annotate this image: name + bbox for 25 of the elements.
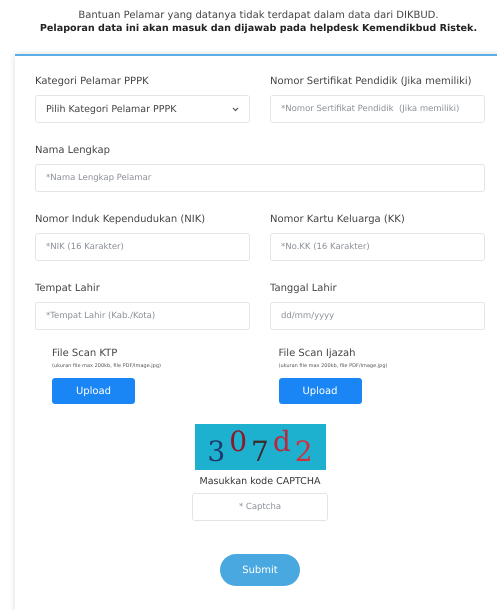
field-label: Kategori Pelamar PPPK <box>35 76 150 87</box>
select-field[interactable]: Pilih Kategori Pelamar PPPK <box>35 95 250 123</box>
captcha-image: 3 0 7 d 2 <box>194 424 326 470</box>
field-label: Tanggal Lahir <box>270 283 338 294</box>
field-label: Tempat Lahir <box>35 283 101 294</box>
upload-button[interactable]: Upload <box>52 378 135 404</box>
upload-button[interactable]: Upload <box>278 378 362 404</box>
field-label: Nama Lengkap <box>35 145 111 156</box>
input-field[interactable]: *NIK (16 Karakter) <box>35 233 250 261</box>
submit-button[interactable]: Submit <box>220 554 300 586</box>
upload-label: File Scan KTP <box>52 348 118 359</box>
field-label: Nomor Induk Kependudukan (NIK) <box>35 214 206 225</box>
input-field[interactable]: *Nomor Sertifikat Pendidik (Jika memiliki) <box>270 95 485 123</box>
input-field[interactable]: *No.KK (16 Karakter) <box>270 233 485 261</box>
intro-text: Bantuan Pelamar yang datanya tidak terdapat dalam data dari DIKBUD. <box>78 10 439 21</box>
input-field[interactable]: *Nama Lengkap Pelamar <box>35 164 485 192</box>
intro-note: Pelaporan data ini akan masuk dan dijawab pada helpdesk Kemendikbud Ristek. <box>40 23 478 34</box>
input-field[interactable]: *Tempat Lahir (Kab./Kota) <box>35 302 250 330</box>
upload-label: File Scan Ijazah <box>278 348 356 359</box>
captcha-caption: Masukkan kode CAPTCHA <box>200 476 320 487</box>
field-label: Nomor Kartu Keluarga (KK) <box>270 214 406 225</box>
chevron-down-icon <box>232 106 239 112</box>
field-label: Nomor Sertifikat Pendidik (Jika memiliki) <box>270 76 473 87</box>
captcha-field[interactable]: * Captcha <box>192 493 328 521</box>
input-field[interactable]: dd/mm/yyyy <box>270 302 485 330</box>
